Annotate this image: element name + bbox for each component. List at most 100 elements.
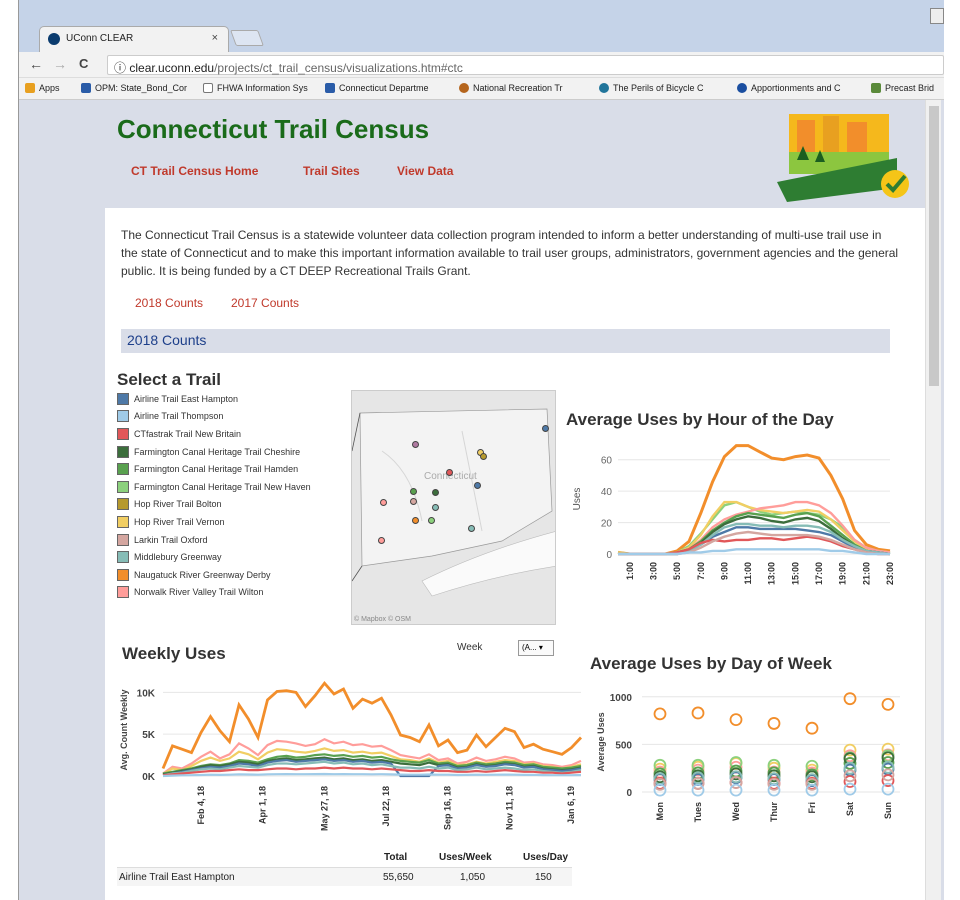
legend-label: Middlebury Greenway xyxy=(134,552,222,563)
legend-swatch xyxy=(117,498,129,511)
y-tick-label: 20 xyxy=(601,519,613,530)
table-header: Total Uses/Week Uses/Day xyxy=(117,848,572,868)
bookmark-item[interactable]: Precast Brid xyxy=(871,83,934,93)
week-filter-select[interactable]: (A... ▾ xyxy=(518,640,554,656)
legend-swatch xyxy=(117,533,129,546)
map-trail-marker[interactable] xyxy=(432,489,439,496)
bookmark-favicon-icon xyxy=(737,83,747,93)
hourly-chart-title: Average Uses by Hour of the Day xyxy=(566,410,834,429)
day-of-week-chart[interactable]: 0 500 1000 Average Uses Mon Tues Wed Thur Fri Sat… xyxy=(590,682,910,847)
reload-icon[interactable]: C xyxy=(79,56,88,71)
browser-tab[interactable]: UConn CLEAR × xyxy=(39,26,229,52)
legend-item[interactable]: Farmington Canal Heritage Trail Cheshire xyxy=(117,443,332,461)
legend-item[interactable]: Hop River Trail Bolton xyxy=(117,496,332,514)
x-tick-label: 11:00 xyxy=(743,562,753,585)
map-shapes xyxy=(352,391,555,624)
legend-label: Norwalk River Valley Trail Wilton xyxy=(134,587,264,598)
bookmark-item[interactable]: Connecticut Departme xyxy=(325,83,429,93)
map-credit: © Mapbox © OSM xyxy=(354,616,411,623)
map-trail-marker[interactable] xyxy=(468,525,475,532)
nav-link-trail-sites[interactable]: Trail Sites xyxy=(303,164,360,178)
legend-item[interactable]: CTfastrak Trail New Britain xyxy=(117,425,332,443)
page-scrollbar[interactable] xyxy=(925,100,941,900)
day-of-week-chart-title: Average Uses by Day of Week xyxy=(590,654,832,673)
bookmark-apps[interactable]: Apps xyxy=(25,83,60,93)
legend-item[interactable]: Middlebury Greenway xyxy=(117,548,332,566)
site-info-icon[interactable]: ⓘ xyxy=(114,61,126,75)
legend-item[interactable]: Farmington Canal Heritage Trail New Have… xyxy=(117,478,332,496)
map-trail-marker[interactable] xyxy=(446,469,453,476)
legend-item[interactable]: Naugatuck River Greenway Derby xyxy=(117,566,332,584)
link-2018-counts[interactable]: 2018 Counts xyxy=(135,296,203,310)
x-tick-label: Mon xyxy=(655,802,665,821)
data-point xyxy=(881,697,895,711)
address-toolbar: ← → C ⓘ clear.uconn.edu/projects/ct_trai… xyxy=(19,52,944,78)
bookmark-item[interactable]: The Perils of Bicycle C xyxy=(599,83,704,93)
x-tick-label: Fri xyxy=(807,802,817,814)
legend-item[interactable]: Farmington Canal Heritage Trail Hamden xyxy=(117,460,332,478)
bookmark-label: Precast Brid xyxy=(885,83,935,93)
bookmark-item[interactable]: FHWA Information Sys xyxy=(203,83,308,93)
legend-item[interactable]: Airline Trail East Hampton xyxy=(117,390,332,408)
scrollbar-thumb[interactable] xyxy=(929,106,939,386)
new-tab-button[interactable] xyxy=(230,30,264,46)
map-trail-marker[interactable] xyxy=(542,425,549,432)
y-tick-label: 60 xyxy=(601,456,613,467)
legend-swatch xyxy=(117,586,129,599)
map-trail-marker[interactable] xyxy=(410,498,417,505)
y-tick-label: 40 xyxy=(601,487,613,498)
map-trail-marker[interactable] xyxy=(378,537,385,544)
bookmark-item[interactable]: OPM: State_Bond_Cor xyxy=(81,83,187,93)
map-trail-marker[interactable] xyxy=(428,517,435,524)
total-cell: 55,650 xyxy=(383,872,414,883)
forward-arrow-icon[interactable]: → xyxy=(53,56,67,72)
data-point xyxy=(691,706,705,720)
bookmark-item[interactable]: National Recreation Tr xyxy=(459,83,563,93)
url-input[interactable]: ⓘ clear.uconn.edu/projects/ct_trail_cens… xyxy=(107,55,944,75)
legend-item[interactable]: Hop River Trail Vernon xyxy=(117,513,332,531)
map-trail-marker[interactable] xyxy=(412,517,419,524)
data-point xyxy=(843,782,857,796)
data-point xyxy=(729,713,743,727)
legend-swatch xyxy=(117,515,129,528)
window-control-button[interactable] xyxy=(930,8,944,24)
x-tick-label: 7:00 xyxy=(696,562,706,580)
table-row[interactable]: Airline Trail East Hampton 55,650 1,050 … xyxy=(117,868,572,886)
page-content: Connecticut Trail Census CT Trail Census… xyxy=(105,100,932,900)
legend-item[interactable]: Larkin Trail Oxford xyxy=(117,531,332,549)
data-point xyxy=(805,721,819,735)
legend-item[interactable]: Airline Trail Thompson xyxy=(117,408,332,426)
x-tick-label: Sep 16, 18 xyxy=(443,786,453,830)
nav-link-view-data[interactable]: View Data xyxy=(397,164,453,178)
data-point xyxy=(729,783,743,797)
trail-legend[interactable]: Airline Trail East Hampton Airline Trail … xyxy=(117,390,332,600)
x-tick-label: Sun xyxy=(883,802,893,819)
nav-link-home[interactable]: CT Trail Census Home xyxy=(131,164,258,178)
link-2017-counts[interactable]: 2017 Counts xyxy=(231,296,299,310)
map-trail-marker[interactable] xyxy=(480,453,487,460)
bookmark-item[interactable]: Apportionments and C xyxy=(737,83,841,93)
week-filter-label: Week xyxy=(457,642,483,653)
data-point xyxy=(691,783,705,797)
column-header-uses-day: Uses/Day xyxy=(523,852,569,863)
uconn-favicon-icon xyxy=(48,33,60,45)
tab-close-icon[interactable]: × xyxy=(212,32,218,44)
hourly-uses-chart[interactable]: 0 20 40 60 Uses 1:00 3:00 5:00 7:00 9:00 11:00 13:0… xyxy=(566,436,906,636)
back-arrow-icon[interactable]: ← xyxy=(29,56,43,72)
x-tick-label: 1:00 xyxy=(625,562,635,580)
map-trail-marker[interactable] xyxy=(410,488,417,495)
tab-title: UConn CLEAR xyxy=(66,33,134,44)
map-trail-marker[interactable] xyxy=(432,504,439,511)
map-trail-marker[interactable] xyxy=(380,499,387,506)
trail-map[interactable]: Connecticut © Mapbox © OSM xyxy=(351,390,556,625)
map-trail-marker[interactable] xyxy=(412,441,419,448)
legend-item[interactable]: Norwalk River Valley Trail Wilton xyxy=(117,584,332,600)
select-trail-title: Select a Trail xyxy=(117,370,221,389)
legend-label: Farmington Canal Heritage Trail New Have… xyxy=(134,481,311,492)
legend-swatch xyxy=(117,480,129,493)
map-trail-marker[interactable] xyxy=(474,482,481,489)
data-point xyxy=(653,707,667,721)
x-tick-label: 5:00 xyxy=(672,562,682,580)
weekly-uses-chart[interactable]: 0K 5K 10K Avg. Count Weekly Feb 4, 18 Apr 1, … xyxy=(117,670,587,845)
bookmark-label: Apportionments and C xyxy=(751,83,841,93)
